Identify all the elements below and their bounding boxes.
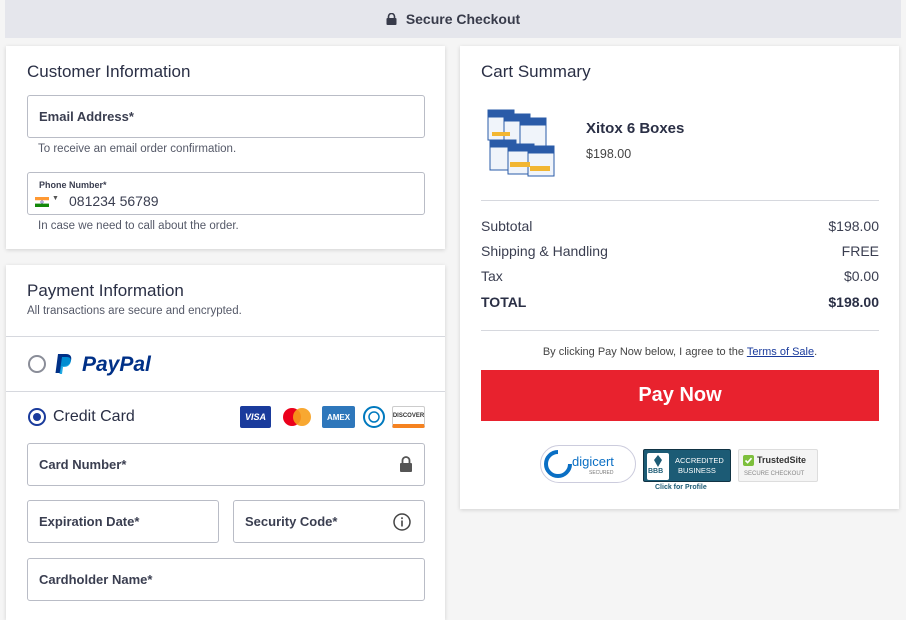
card-number-label: Card Number* <box>39 457 127 472</box>
cart-summary-card: Cart Summary Xitox 6 Boxes $198.00 Subto… <box>460 46 899 509</box>
security-code-label: Security Code* <box>245 514 338 529</box>
trustedsite-badge[interactable]: TrustedSite SECURE CHECKOUT <box>738 449 818 482</box>
total-value: $198.00 <box>828 294 879 310</box>
cart-summary-title: Cart Summary <box>481 62 591 81</box>
trustedsite-label: TrustedSite <box>757 455 807 465</box>
total-label: TOTAL <box>481 294 527 310</box>
customer-information-card: Customer Information Email Address* To r… <box>6 46 445 249</box>
product-image <box>484 104 568 178</box>
digicert-secured-label: SECURED <box>589 470 614 476</box>
tax-row: Tax $0.00 <box>481 268 879 284</box>
phone-field-label: Phone Number* <box>39 180 107 190</box>
subtotal-value: $198.00 <box>828 218 879 234</box>
bbb-click-profile-label[interactable]: Click for Profile <box>655 484 707 491</box>
phone-value[interactable]: 081234 56789 <box>69 193 159 209</box>
security-code-field[interactable]: Security Code* <box>233 500 425 543</box>
product-name: Xitox 6 Boxes <box>586 120 685 137</box>
email-field[interactable]: Email Address* <box>27 95 425 138</box>
pay-now-button[interactable]: Pay Now <box>481 370 879 421</box>
credit-card-radio[interactable] <box>28 408 46 426</box>
shipping-label: Shipping & Handling <box>481 243 608 259</box>
bbb-accredited-label: ACCREDITED <box>675 456 724 465</box>
bbb-badge[interactable]: BBB ACCREDITED BUSINESS Click for Profil… <box>643 449 731 494</box>
paypal-icon[interactable] <box>52 352 76 376</box>
subtotal-row: Subtotal $198.00 <box>481 218 879 234</box>
email-field-label: Email Address* <box>39 109 134 124</box>
bbb-torch-icon: BBB <box>647 453 669 480</box>
divider <box>481 330 879 331</box>
subtotal-label: Subtotal <box>481 218 533 234</box>
terms-suffix: . <box>814 346 818 358</box>
paypal-label[interactable]: PayPal <box>82 353 151 377</box>
amex-icon: AMEX <box>322 406 355 428</box>
lock-icon <box>400 456 412 472</box>
info-icon[interactable] <box>393 513 411 531</box>
divider <box>6 391 445 392</box>
india-flag-icon[interactable] <box>35 194 49 207</box>
cardholder-name-field[interactable]: Cardholder Name* <box>27 558 425 601</box>
tax-label: Tax <box>481 268 503 284</box>
phone-field[interactable]: Phone Number* ▼ 081234 56789 <box>27 172 425 215</box>
cardholder-name-label: Cardholder Name* <box>39 572 153 587</box>
terms-text: By clicking Pay Now below, I agree to th… <box>481 346 879 358</box>
shipping-row: Shipping & Handling FREE <box>481 243 879 259</box>
credit-card-label[interactable]: Credit Card <box>53 408 135 426</box>
email-hint: To receive an email order confirmation. <box>38 143 237 155</box>
card-number-field[interactable]: Card Number* <box>27 443 425 486</box>
discover-icon: DISCOVER <box>392 406 425 428</box>
paypal-radio[interactable] <box>28 355 46 373</box>
payment-information-card: Payment Information All transactions are… <box>6 265 445 620</box>
phone-hint: In case we need to call about the order. <box>38 220 239 232</box>
chevron-down-icon[interactable]: ▼ <box>52 195 59 202</box>
divider <box>6 336 445 337</box>
payment-information-title: Payment Information <box>27 281 184 300</box>
digicert-label: digicert <box>572 454 614 469</box>
terms-of-sale-link[interactable]: Terms of Sale <box>747 346 814 358</box>
secure-checkout-title: Secure Checkout <box>405 11 521 27</box>
bbb-business-label: BUSINESS <box>678 466 716 475</box>
shipping-value: FREE <box>841 243 879 259</box>
lock-icon <box>386 13 397 25</box>
expiration-date-field[interactable]: Expiration Date* <box>27 500 219 543</box>
trustedsite-secure-label: SECURE CHECKOUT <box>744 471 805 477</box>
divider <box>481 200 879 201</box>
bbb-badge-box: BBB ACCREDITED BUSINESS <box>643 449 731 482</box>
checkmark-icon <box>743 455 754 466</box>
digicert-badge[interactable]: digicert SECURED <box>540 445 636 483</box>
tax-value: $0.00 <box>843 268 879 284</box>
expiration-date-label: Expiration Date* <box>39 514 140 529</box>
terms-prefix: By clicking Pay Now below, I agree to th… <box>542 346 747 358</box>
payment-subtitle: All transactions are secure and encrypte… <box>27 305 242 317</box>
digicert-shield-icon <box>544 450 572 478</box>
total-row: TOTAL $198.00 <box>481 294 879 310</box>
diners-club-icon <box>362 406 386 428</box>
mastercard-icon <box>280 406 314 428</box>
visa-icon: VISA <box>240 406 271 428</box>
customer-information-title: Customer Information <box>27 62 191 81</box>
product-price: $198.00 <box>586 147 632 161</box>
secure-checkout-bar: Secure Checkout <box>5 0 901 38</box>
